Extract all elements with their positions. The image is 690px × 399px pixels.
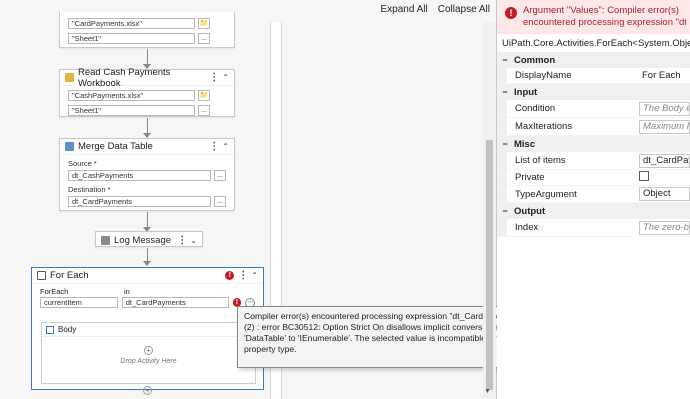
collapse-toggle-icon[interactable]: − (500, 87, 510, 97)
activity-type-name: UiPath.Core.Activities.ForEach<System.Ob… (502, 38, 690, 49)
loop-icon (37, 271, 46, 280)
typeargument-select[interactable]: Object (639, 187, 690, 201)
expand-icon[interactable]: ⌄ (190, 236, 197, 245)
in-values-field[interactable]: dt_CardPayments (121, 297, 229, 308)
data-table-icon (65, 142, 74, 151)
activity-merge-data-table[interactable]: Merge Data Table ⋮ ⌃ Source * dt_CashPay… (59, 138, 235, 211)
displayname-input[interactable]: For Each (639, 70, 690, 81)
drop-zone[interactable]: + Drop Activity Here (42, 340, 255, 365)
canvas-toolbar: Expand All Collapse All (380, 4, 490, 15)
maxiterations-input[interactable]: Maximum lo (639, 119, 690, 134)
condition-input[interactable]: The Body exe (639, 101, 690, 116)
studio-window: Expand All Collapse All "CardPayments.xl… (0, 0, 690, 399)
workbook-path-field[interactable]: "CardPayments.xlsx" (68, 18, 195, 29)
in-label: in (124, 287, 130, 296)
collapse-toggle-icon[interactable]: − (500, 206, 510, 216)
body-container[interactable]: Body + Drop Activity Here (41, 322, 256, 384)
activity-title: Read Cash Payments Workbook (78, 66, 171, 89)
sequence-icon (46, 325, 54, 334)
connector-line (147, 49, 148, 65)
more-button[interactable]: ... (214, 196, 226, 207)
designer-canvas[interactable]: Expand All Collapse All "CardPayments.xl… (0, 0, 542, 399)
activity-log-message[interactable]: Log Message ⋮ ⌄ (95, 231, 203, 247)
property-name: Condition (515, 103, 556, 114)
activity-read-cash-payments[interactable]: Read Cash Payments Workbook ⋮ ⌃ "CashPay… (59, 66, 235, 117)
sheet-name-field[interactable]: "Sheet1" (68, 33, 195, 44)
activity-for-each[interactable]: For Each ! ⋮ ⌃ ForEach in currentItem dt… (31, 267, 264, 390)
more-button[interactable]: ... (198, 105, 210, 116)
category-misc[interactable]: − Misc (497, 136, 690, 152)
collapse-toggle-icon[interactable]: − (500, 55, 510, 65)
property-name: Private (515, 172, 545, 183)
connector-arrow (143, 261, 151, 266)
item-variable-field[interactable]: currentItem (40, 297, 118, 308)
properties-panel: ! Argument "Values": Compiler error(s) e… (497, 0, 690, 399)
error-icon[interactable]: ! (225, 271, 235, 280)
destination-label: Destination * (68, 185, 111, 194)
collapse-icon[interactable]: ⌃ (222, 73, 229, 82)
property-row-typeargument: TypeArgument Object (497, 186, 690, 203)
property-row-index: Index The zero-base (497, 219, 690, 237)
destination-field[interactable]: dt_CardPayments (68, 196, 211, 207)
property-name: List of items (515, 155, 566, 166)
connector-line (147, 248, 148, 262)
source-field[interactable]: dt_CashPayments (68, 170, 211, 181)
connector-line (147, 212, 148, 228)
activity-title: For Each (50, 270, 89, 281)
property-name: DisplayName (515, 70, 572, 81)
property-row-displayname: DisplayName For Each (497, 68, 690, 84)
folder-icon[interactable]: 📁 (198, 18, 210, 29)
add-activity-icon[interactable]: + (143, 386, 152, 395)
sheet-name-field[interactable]: "Sheet1" (68, 105, 195, 116)
drop-activity-text: Drop Activity Here (120, 358, 177, 365)
property-name: TypeArgument (515, 188, 577, 200)
property-name: Index (515, 222, 539, 233)
add-activity-icon[interactable]: + (144, 346, 153, 355)
foreach-label: ForEach (40, 287, 69, 296)
kebab-menu-icon[interactable]: ⋮ (209, 72, 219, 83)
error-message-line1: Argument "Values": Compiler error(s) (523, 5, 679, 16)
property-row-list-of-items: List of items dt_CardPaym (497, 152, 690, 170)
collapse-toggle-icon[interactable]: − (500, 139, 510, 149)
collapse-all-button[interactable]: Collapse All (438, 4, 490, 15)
more-button[interactable]: ... (214, 170, 226, 181)
property-row-private: Private (497, 170, 690, 186)
activity-read-card-payments[interactable]: "CardPayments.xlsx" 📁 "Sheet1" ... (59, 12, 235, 48)
excel-icon (65, 73, 74, 82)
category-common[interactable]: − Common (497, 52, 690, 68)
property-grid: − Common DisplayName For Each − Input Co… (497, 52, 690, 237)
collapse-icon[interactable]: ⌃ (222, 142, 229, 151)
log-icon (101, 235, 110, 245)
error-message-line2: encountered processing expression "dt_C (523, 17, 686, 28)
activity-title: Log Message (114, 234, 172, 246)
list-of-items-input[interactable]: dt_CardPaym (639, 153, 690, 168)
category-output[interactable]: − Output (497, 203, 690, 219)
private-checkbox[interactable] (639, 171, 649, 181)
error-icon: ! (505, 7, 517, 19)
error-banner: ! Argument "Values": Compiler error(s) e… (497, 0, 690, 34)
property-row-condition: Condition The Body exe (497, 100, 690, 118)
body-title: Body (58, 325, 77, 334)
folder-icon[interactable]: 📁 (198, 90, 210, 101)
kebab-menu-icon[interactable]: ⋮ (238, 270, 248, 281)
property-row-maxiterations: MaxIterations Maximum lo (497, 118, 690, 136)
index-input[interactable]: The zero-base (639, 220, 690, 235)
more-button[interactable]: ... (198, 33, 210, 44)
expand-all-button[interactable]: Expand All (380, 4, 427, 15)
category-input[interactable]: − Input (497, 84, 690, 100)
workbook-path-field[interactable]: "CashPayments.xlsx" (68, 90, 195, 101)
kebab-menu-icon[interactable]: ⋮ (209, 141, 219, 152)
connector-line (147, 118, 148, 134)
source-label: Source * (68, 159, 97, 168)
property-name: MaxIterations (515, 121, 573, 132)
collapse-icon[interactable]: ⌃ (251, 271, 258, 280)
kebab-menu-icon[interactable]: ⋮ (177, 235, 187, 246)
scroll-down-arrow-icon[interactable]: ▼ (484, 388, 491, 395)
activity-title: Merge Data Table (78, 141, 153, 152)
scrollbar-thumb[interactable] (486, 140, 493, 390)
